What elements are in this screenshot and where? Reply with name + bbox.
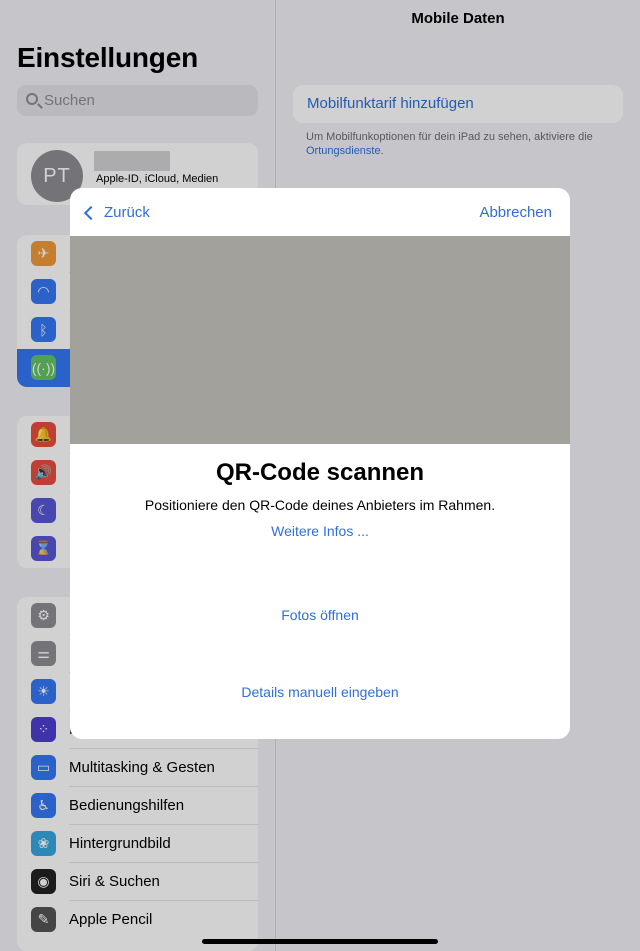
modal-title: QR-Code scannen [215,459,425,486]
cancel-button[interactable]: Abbrechen [479,204,552,221]
qr-scan-modal: Zurück Abbrechen QR-Code scannen Positio… [70,188,570,739]
more-info-link[interactable]: Weitere Infos ... [70,523,570,539]
back-label: Zurück [104,204,150,221]
chevron-left-icon [83,205,99,220]
home-indicator[interactable] [202,939,438,944]
back-button[interactable]: Zurück [82,204,150,221]
open-photos-button[interactable]: Fotos öffnen [70,607,570,623]
modal-subtitle: Positioniere den QR-Code deines Anbieter… [144,497,496,513]
manual-entry-button[interactable]: Details manuell eingeben [70,684,570,700]
camera-viewfinder [70,236,570,444]
